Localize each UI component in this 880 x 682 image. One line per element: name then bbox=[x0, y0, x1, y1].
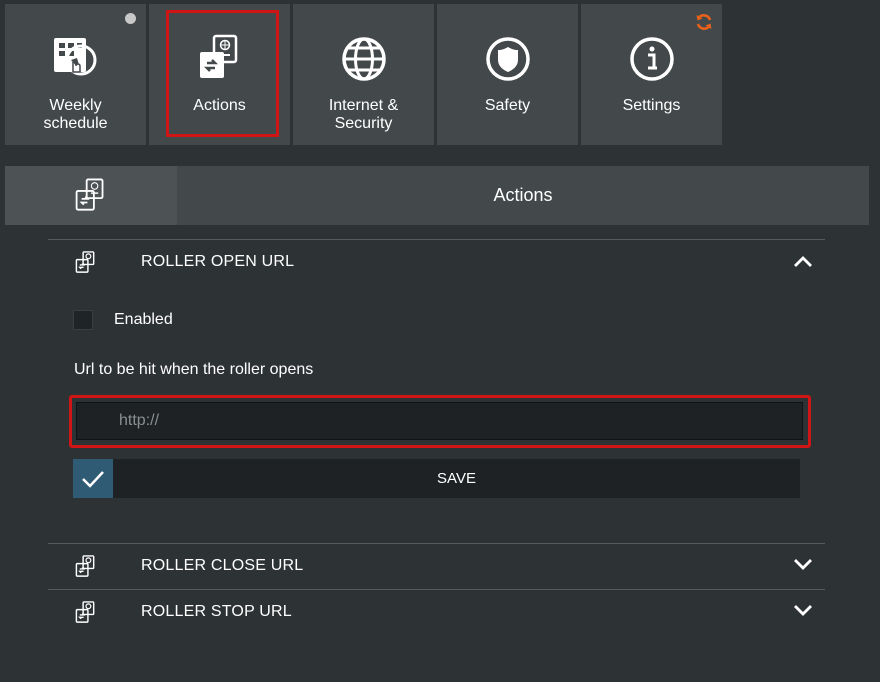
actions-icon bbox=[149, 34, 290, 84]
save-button[interactable]: SAVE bbox=[73, 459, 800, 498]
section-title: ROLLER OPEN URL bbox=[141, 253, 295, 270]
chevron-down-icon[interactable] bbox=[793, 604, 813, 623]
checkmark-icon bbox=[73, 459, 113, 498]
actions-icon bbox=[74, 251, 98, 280]
weekly-schedule-icon bbox=[5, 34, 146, 84]
tab-settings[interactable]: Settings bbox=[581, 4, 722, 145]
enabled-checkbox[interactable] bbox=[73, 310, 93, 330]
shield-icon bbox=[437, 34, 578, 84]
tab-label: Actions bbox=[193, 97, 246, 114]
globe-icon bbox=[293, 34, 434, 84]
tab-safety[interactable]: Safety bbox=[437, 4, 578, 145]
tab-label: Safety bbox=[484, 97, 531, 114]
section-roller-stop-url[interactable]: ROLLER STOP URL bbox=[48, 590, 825, 634]
tab-label: Settings bbox=[622, 97, 681, 114]
actions-icon bbox=[74, 555, 98, 584]
tab-label: Weekly schedule bbox=[43, 97, 108, 132]
tab-internet-security[interactable]: Internet & Security bbox=[293, 4, 434, 145]
section-roller-open-url[interactable]: ROLLER OPEN URL bbox=[48, 240, 825, 284]
chevron-down-icon[interactable] bbox=[793, 558, 813, 577]
status-dot bbox=[125, 13, 136, 24]
save-label: SAVE bbox=[437, 470, 476, 487]
actions-icon bbox=[5, 166, 177, 225]
tab-actions[interactable]: Actions bbox=[149, 4, 290, 145]
url-input[interactable] bbox=[76, 402, 803, 440]
tab-label: Internet & Security bbox=[328, 97, 399, 132]
url-field-highlight bbox=[69, 395, 811, 448]
section-title: ROLLER CLOSE URL bbox=[141, 557, 304, 574]
section-roller-close-url[interactable]: ROLLER CLOSE URL bbox=[48, 544, 825, 588]
info-icon bbox=[581, 34, 722, 84]
chevron-up-icon[interactable] bbox=[793, 254, 813, 273]
url-field-label: Url to be hit when the roller opens bbox=[74, 361, 314, 378]
tab-weekly-schedule[interactable]: Weekly schedule bbox=[5, 4, 146, 145]
section-title: ROLLER STOP URL bbox=[141, 603, 292, 620]
page-title: Actions bbox=[493, 185, 553, 205]
actions-icon bbox=[74, 601, 98, 630]
enabled-label: Enabled bbox=[114, 311, 173, 328]
page-header: Actions bbox=[5, 166, 869, 225]
